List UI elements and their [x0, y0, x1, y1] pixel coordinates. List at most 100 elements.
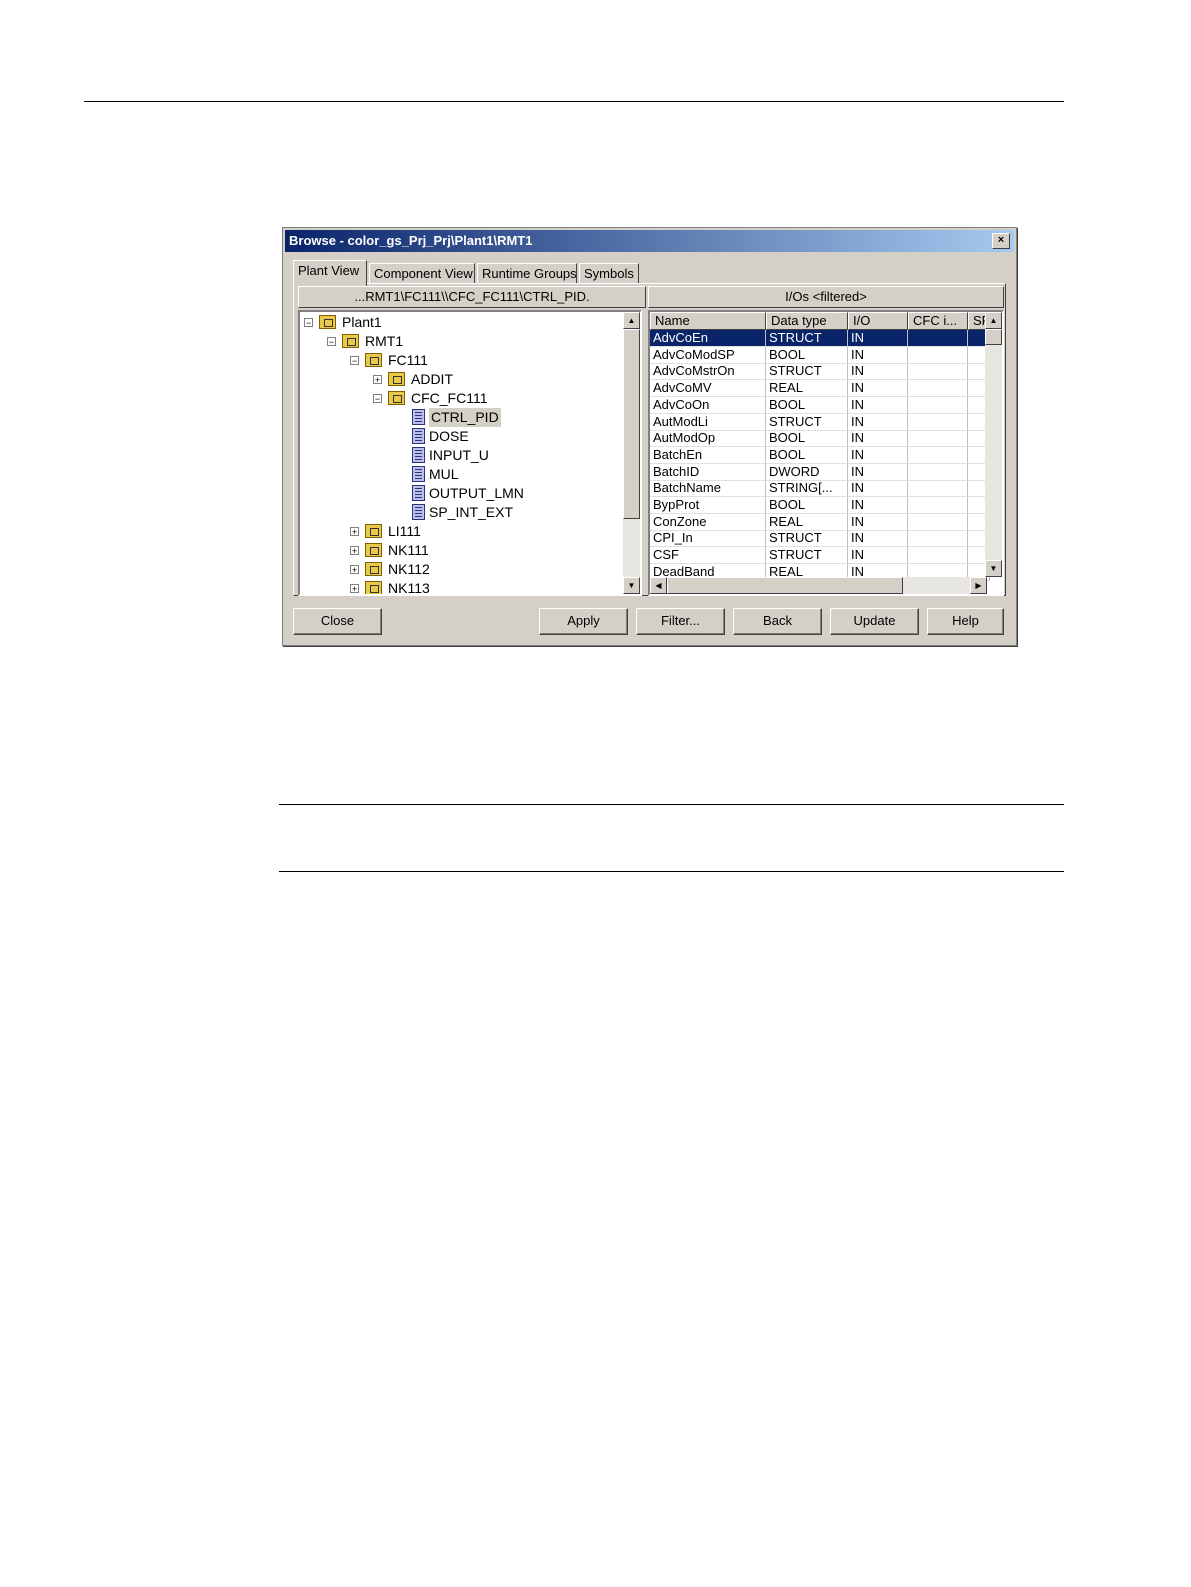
- tree-item[interactable]: CTRL_PID: [300, 408, 620, 427]
- tree-item-label: CTRL_PID: [429, 408, 501, 427]
- close-icon[interactable]: ×: [992, 233, 1010, 249]
- table-row[interactable]: BatchEn BOOL IN: [650, 446, 990, 464]
- table-row[interactable]: AdvCoOn BOOL IN: [650, 396, 990, 414]
- table-row[interactable]: AdvCoEn STRUCT IN: [650, 330, 990, 347]
- cell-type: STRUCT: [766, 547, 848, 565]
- collapse-icon[interactable]: −: [350, 356, 359, 366]
- tree-item[interactable]: − CFC_FC111: [300, 389, 620, 408]
- tree-item-label: ADDIT: [411, 371, 453, 387]
- ios-table[interactable]: DeadBand REAL IN CSF STRUCT IN CPI_In STRUCT IN C…: [648, 310, 1004, 596]
- cell-empty: [908, 330, 968, 347]
- cell-io: IN: [848, 530, 908, 548]
- cell-empty: [908, 446, 968, 464]
- cell-name: AdvCoMstrOn: [650, 363, 766, 381]
- tree-item[interactable]: + NK112: [300, 560, 620, 579]
- scroll-up-icon[interactable]: ▲: [623, 312, 640, 329]
- collapse-icon[interactable]: −: [327, 337, 336, 347]
- table-vertical-scrollbar[interactable]: ▲ ▼: [985, 312, 1002, 577]
- tab-plant-view[interactable]: Plant View: [293, 260, 367, 286]
- table-row[interactable]: AdvCoMstrOn STRUCT IN: [650, 363, 990, 381]
- cell-empty: [908, 480, 968, 498]
- tree-item[interactable]: DOSE: [300, 427, 620, 446]
- table-row[interactable]: BatchName STRING[... IN: [650, 480, 990, 498]
- cell-empty: [908, 430, 968, 448]
- page-header-rule: [84, 101, 1064, 102]
- tree-item-label: SP_INT_EXT: [429, 504, 514, 520]
- table-row[interactable]: AdvCoMV REAL IN: [650, 380, 990, 398]
- tree-item[interactable]: MUL: [300, 465, 620, 484]
- tree-item[interactable]: OUTPUT_LMN: [300, 484, 620, 503]
- cell-type: BOOL: [766, 396, 848, 414]
- tree-item[interactable]: + LI111: [300, 522, 620, 541]
- cell-name: AdvCoOn: [650, 396, 766, 414]
- tree-item-label: LI111: [388, 523, 421, 539]
- apply-button[interactable]: Apply: [539, 608, 628, 635]
- close-button[interactable]: Close: [293, 608, 382, 635]
- table-row[interactable]: BypProt BOOL IN: [650, 497, 990, 514]
- table-hscroll-thumb[interactable]: [667, 577, 903, 594]
- col-header-data-type[interactable]: Data type: [766, 312, 848, 330]
- scroll-up-icon[interactable]: ▲: [985, 312, 1002, 329]
- expand-icon[interactable]: +: [373, 375, 382, 385]
- scroll-down-icon[interactable]: ▼: [623, 577, 640, 594]
- tree-item-label: NK111: [388, 542, 429, 558]
- expand-icon[interactable]: +: [350, 527, 359, 537]
- table-row[interactable]: AutModOp BOOL IN: [650, 430, 990, 448]
- scroll-right-icon[interactable]: ▶: [970, 577, 987, 594]
- tree-item[interactable]: + NK113: [300, 579, 620, 596]
- help-button[interactable]: Help: [927, 608, 1004, 635]
- tree-vertical-scrollbar[interactable]: ▲ ▼: [623, 312, 640, 594]
- table-row[interactable]: ConZone REAL IN: [650, 513, 990, 531]
- tab-panel: ...RMT1\FC111\\CFC_FC111\CTRL_PID. I/Os …: [293, 283, 1006, 596]
- expand-icon[interactable]: +: [350, 546, 359, 556]
- cell-name: BatchID: [650, 463, 766, 481]
- tab-component-view[interactable]: Component View: [369, 263, 475, 284]
- expand-icon[interactable]: +: [350, 584, 359, 594]
- cell-name: AutModOp: [650, 430, 766, 448]
- tree-item-label: INPUT_U: [429, 447, 489, 463]
- expand-icon[interactable]: +: [350, 565, 359, 575]
- tree-item[interactable]: − RMT1: [300, 332, 620, 351]
- scroll-left-icon[interactable]: ◀: [650, 577, 667, 594]
- collapse-icon[interactable]: −: [373, 394, 382, 404]
- tree-scroll-thumb[interactable]: [623, 329, 640, 519]
- tree-item-label: Plant1: [342, 314, 382, 330]
- tree-item[interactable]: − FC111: [300, 351, 620, 370]
- tree-item-label: DOSE: [429, 428, 469, 444]
- tree-item-label: NK113: [388, 580, 430, 596]
- title-bar[interactable]: Browse - color_gs_Prj_Prj\Plant1\RMT1 ×: [285, 230, 1014, 252]
- col-header-io[interactable]: I/O: [848, 312, 908, 330]
- table-row[interactable]: AutModLi STRUCT IN: [650, 413, 990, 431]
- table-row[interactable]: AdvCoModSP BOOL IN: [650, 346, 990, 364]
- tab-symbols[interactable]: Symbols: [579, 263, 639, 284]
- col-header-name[interactable]: Name: [650, 312, 766, 330]
- table-row[interactable]: CSF STRUCT IN: [650, 547, 990, 565]
- tab-runtime-groups[interactable]: Runtime Groups: [477, 263, 577, 284]
- col-header-cfc[interactable]: CFC i...: [908, 312, 968, 330]
- block-icon: [412, 504, 425, 520]
- cell-type: REAL: [766, 513, 848, 531]
- folder-icon: [319, 315, 336, 329]
- collapse-icon[interactable]: −: [304, 318, 313, 328]
- tree-item[interactable]: + ADDIT: [300, 370, 620, 389]
- folder-icon: [365, 581, 382, 594]
- ios-header: I/Os <filtered>: [648, 286, 1004, 308]
- tree-item[interactable]: − Plant1: [300, 313, 620, 332]
- table-horizontal-scrollbar[interactable]: ◀ ▶: [650, 577, 987, 594]
- back-button[interactable]: Back: [733, 608, 822, 635]
- update-button[interactable]: Update: [830, 608, 919, 635]
- filter-button[interactable]: Filter...: [636, 608, 725, 635]
- scroll-down-icon[interactable]: ▼: [985, 560, 1002, 577]
- plant-tree[interactable]: ▲ ▼ − Plant1− RMT1− FC111 + ADDIT − CFC_FC111 CT…: [298, 310, 642, 596]
- table-scroll-thumb[interactable]: [985, 329, 1002, 345]
- tree-item[interactable]: + NK111: [300, 541, 620, 560]
- tree-item-label: FC111: [388, 352, 428, 368]
- tree-item[interactable]: INPUT_U: [300, 446, 620, 465]
- cell-type: BOOL: [766, 446, 848, 464]
- cell-type: STRING[...: [766, 480, 848, 498]
- tree-item[interactable]: SP_INT_EXT: [300, 503, 620, 522]
- cell-name: CPI_In: [650, 530, 766, 548]
- table-row[interactable]: CPI_In STRUCT IN: [650, 530, 990, 548]
- cell-type: BOOL: [766, 346, 848, 364]
- table-row[interactable]: BatchID DWORD IN: [650, 463, 990, 481]
